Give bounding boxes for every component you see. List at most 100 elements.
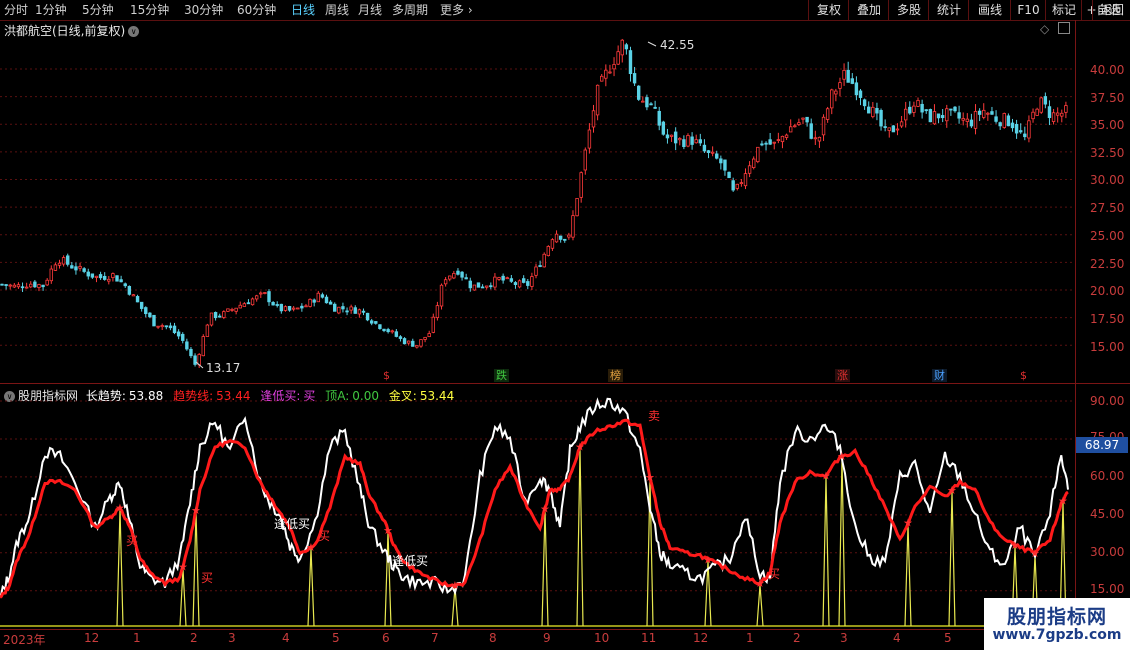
candle-body bbox=[193, 355, 197, 365]
candle-body bbox=[994, 116, 998, 122]
candle-body bbox=[1019, 130, 1023, 133]
multi-stock-button[interactable]: 多股 bbox=[888, 0, 929, 20]
candle-body bbox=[406, 340, 411, 344]
maximize-icon[interactable] bbox=[1058, 22, 1070, 34]
candle-body bbox=[411, 340, 415, 347]
candle-body bbox=[456, 270, 460, 275]
candle-body bbox=[825, 108, 830, 120]
event-badge[interactable]: 跌 bbox=[494, 369, 509, 382]
x-tick: 7 bbox=[431, 631, 439, 645]
candle-body bbox=[123, 283, 127, 287]
candle-body bbox=[419, 339, 423, 347]
candle-body bbox=[4, 284, 8, 286]
event-badge[interactable]: 榜 bbox=[608, 369, 623, 382]
event-badge[interactable]: $ bbox=[1018, 369, 1029, 382]
period-tab-monthly[interactable]: 月线 bbox=[358, 2, 382, 18]
chevron-down-icon[interactable]: ∨ bbox=[128, 26, 140, 37]
diamond-icon[interactable]: ◇ bbox=[1040, 22, 1049, 36]
candle-body bbox=[12, 284, 17, 288]
candle-body bbox=[361, 310, 366, 313]
event-badge[interactable]: $ bbox=[381, 369, 392, 382]
candle-body bbox=[879, 110, 883, 127]
candle-body bbox=[760, 143, 764, 146]
golden-cross-bar bbox=[646, 478, 654, 627]
golden-cross-bar bbox=[307, 549, 315, 627]
draw-line-button[interactable]: 画线 bbox=[968, 0, 1011, 20]
candle-body bbox=[226, 308, 230, 312]
buy-marker: 买 bbox=[201, 571, 213, 585]
candle-body bbox=[850, 78, 854, 84]
candle-body bbox=[924, 109, 928, 112]
y-tick: 27.50 bbox=[1090, 201, 1125, 215]
chart-canvas: ★★★★★★★★★★★★★★★★★★买买买买卖 42.55 13.17 逢低买 … bbox=[0, 38, 1075, 627]
x-tick: 2 bbox=[793, 631, 801, 645]
candle-body bbox=[213, 312, 218, 319]
candle-body bbox=[1027, 120, 1031, 139]
cross-star-marker: ★ bbox=[645, 471, 655, 484]
candle-body bbox=[990, 111, 994, 115]
cross-star-marker: ★ bbox=[191, 504, 201, 517]
candle-body bbox=[780, 135, 785, 143]
candle-body bbox=[1043, 96, 1048, 105]
event-badge[interactable]: 涨 bbox=[835, 369, 850, 382]
chevron-right-icon: › bbox=[464, 3, 473, 17]
candle-body bbox=[102, 275, 107, 280]
top-a-value: 0.00 bbox=[352, 389, 379, 403]
candle-body bbox=[690, 136, 694, 145]
candle-body bbox=[628, 50, 633, 75]
period-tab-60min[interactable]: 60分钟 bbox=[237, 2, 276, 18]
y-tick: 90.00 bbox=[1090, 394, 1125, 408]
candle-body bbox=[867, 106, 871, 114]
candle-body bbox=[472, 284, 477, 291]
candle-body bbox=[526, 281, 530, 286]
candle-body bbox=[665, 134, 670, 139]
more-label: 更多 bbox=[440, 3, 465, 17]
f10-button[interactable]: F10 bbox=[1010, 0, 1046, 20]
candle-body bbox=[735, 183, 739, 189]
candle-body bbox=[74, 266, 78, 271]
candle-body bbox=[686, 135, 690, 147]
candle-body bbox=[415, 345, 419, 348]
y-tick: 17.50 bbox=[1090, 312, 1125, 326]
candle-body bbox=[965, 118, 970, 122]
candle-body bbox=[542, 253, 546, 268]
candle-body bbox=[756, 146, 760, 163]
period-tab-fenshi[interactable]: 分时 bbox=[4, 2, 28, 18]
mark-button[interactable]: 标记 bbox=[1045, 0, 1082, 20]
period-tab-30min[interactable]: 30分钟 bbox=[184, 2, 223, 18]
statistics-button[interactable]: 统计 bbox=[928, 0, 969, 20]
period-tab-1min[interactable]: 1分钟 bbox=[35, 2, 67, 18]
x-tick: 11 bbox=[641, 631, 657, 645]
watermark-title: 股朋指标网 bbox=[1006, 606, 1107, 628]
low-price-label: 13.17 bbox=[206, 361, 240, 375]
y-tick: 15.00 bbox=[1090, 582, 1125, 596]
x-tick: 12 bbox=[84, 631, 100, 645]
cross-star-marker: ★ bbox=[703, 553, 713, 566]
period-tab-daily[interactable]: 日线 bbox=[291, 2, 315, 18]
golden-cross-bar bbox=[384, 532, 392, 627]
x-tick: 1 bbox=[133, 631, 141, 645]
period-tab-15min[interactable]: 15分钟 bbox=[130, 2, 169, 18]
chevron-down-icon[interactable]: ∨ bbox=[4, 391, 15, 402]
overlay-button[interactable]: 叠加 bbox=[848, 0, 889, 20]
candle-body bbox=[135, 296, 140, 303]
period-tab-multi[interactable]: 多周期 bbox=[392, 2, 428, 18]
candle-body bbox=[185, 341, 189, 350]
x-tick: 5 bbox=[332, 631, 340, 645]
back-button[interactable]: 返回 bbox=[1092, 0, 1130, 20]
restore-rights-button[interactable]: 复权 bbox=[808, 0, 849, 20]
event-badge[interactable]: 财 bbox=[932, 369, 947, 382]
candle-body bbox=[287, 306, 292, 311]
period-tab-more[interactable]: 更多 › bbox=[440, 2, 473, 18]
candle-body bbox=[423, 336, 427, 340]
candle-body bbox=[620, 39, 624, 56]
period-tab-5min[interactable]: 5分钟 bbox=[82, 2, 114, 18]
candle-body bbox=[386, 329, 390, 333]
golden-cross-bar bbox=[838, 457, 846, 627]
golden-cross-bar bbox=[756, 585, 764, 627]
candle-body bbox=[209, 312, 214, 326]
candle-body bbox=[842, 69, 846, 80]
y-tick: 30.00 bbox=[1090, 545, 1125, 559]
candle-body bbox=[784, 134, 789, 138]
period-tab-weekly[interactable]: 周线 bbox=[325, 2, 349, 18]
